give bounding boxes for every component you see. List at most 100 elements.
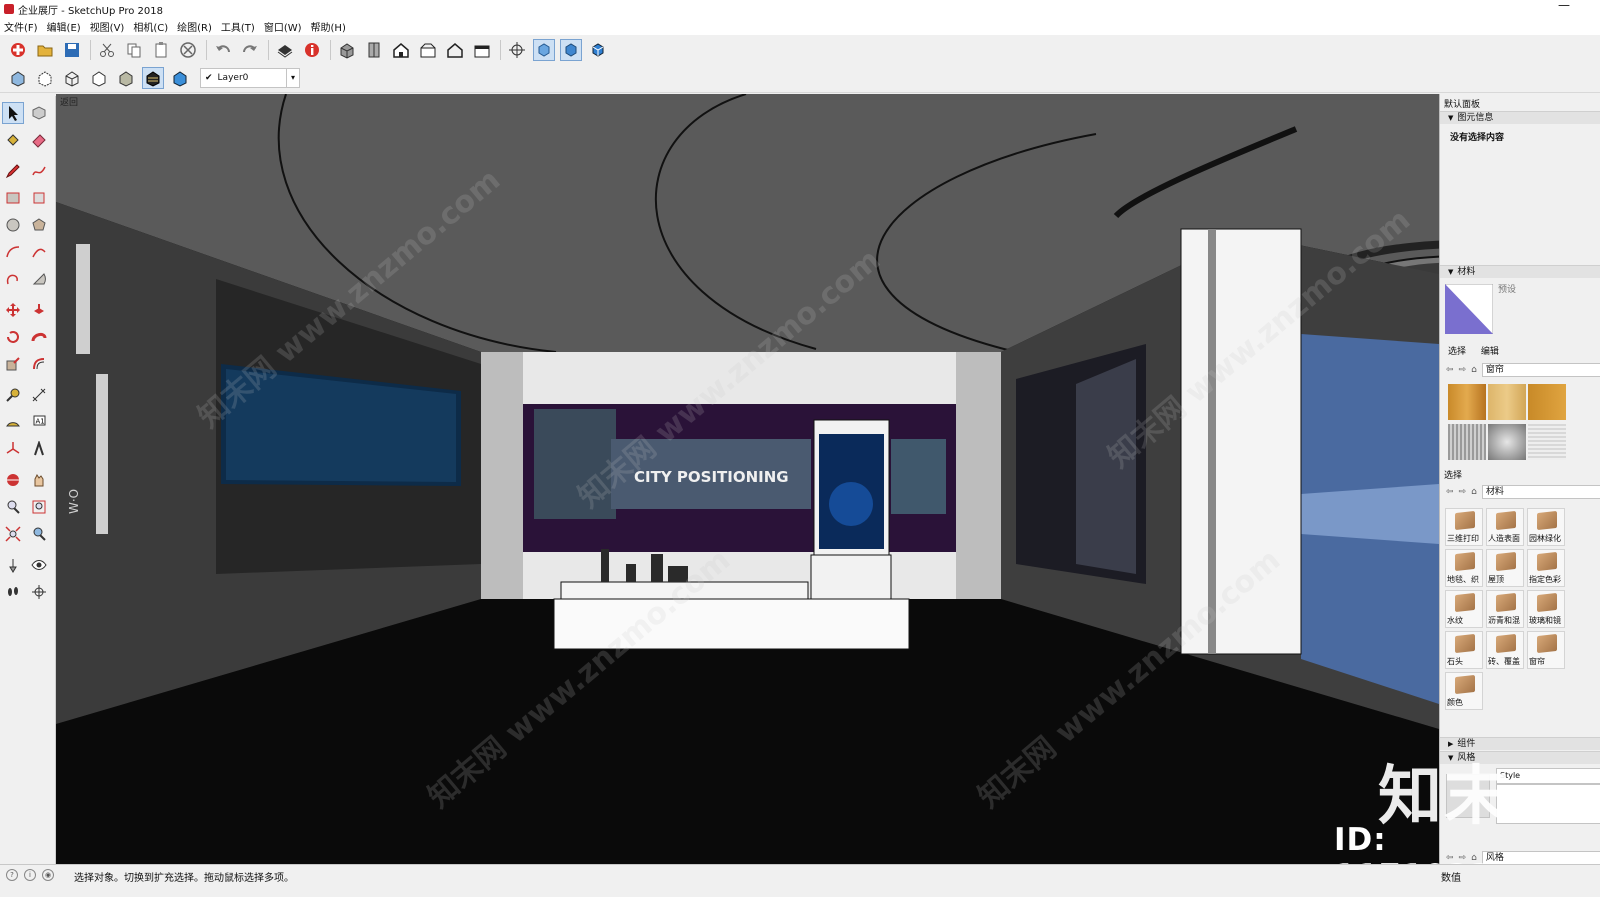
xray-icon[interactable] <box>533 38 555 61</box>
line-pencil-icon[interactable] <box>2 160 24 182</box>
top-view-icon[interactable] <box>363 39 385 61</box>
material-swatch[interactable] <box>1528 384 1566 420</box>
tab-select[interactable]: 选择 <box>1448 347 1466 357</box>
material-folder[interactable]: 地毯、织 <box>1445 549 1483 587</box>
circle-icon[interactable] <box>2 214 24 236</box>
previous-view-icon[interactable] <box>28 523 50 545</box>
position-camera-icon[interactable] <box>2 554 24 576</box>
pie-icon[interactable] <box>28 268 50 290</box>
model-info-icon[interactable] <box>301 39 323 61</box>
push-pull-icon[interactable] <box>28 299 50 321</box>
back-edges-style-icon[interactable] <box>34 67 56 89</box>
paste-icon[interactable] <box>150 39 172 61</box>
menu-edit[interactable]: 编辑(E) <box>47 19 81 34</box>
make-component-icon[interactable] <box>28 102 50 124</box>
move-icon[interactable] <box>2 299 24 321</box>
xray-style-icon[interactable] <box>7 67 29 89</box>
entity-info-header[interactable]: ▼ 图元信息 <box>1440 111 1600 124</box>
shaded-with-textures-icon[interactable] <box>142 67 164 89</box>
back-scene-tab[interactable]: 返回 <box>60 95 78 108</box>
material-folder[interactable]: 人造表面 <box>1486 508 1524 546</box>
pan-hand-icon[interactable] <box>28 469 50 491</box>
zoom-icon[interactable] <box>2 496 24 518</box>
menu-draw[interactable]: 绘图(R) <box>177 19 212 34</box>
open-folder-icon[interactable] <box>34 39 56 61</box>
back-view-icon[interactable] <box>444 39 466 61</box>
undo-icon[interactable] <box>212 39 234 61</box>
material-folder[interactable]: 石头 <box>1445 631 1483 669</box>
3d-text-icon[interactable] <box>28 438 50 460</box>
material-folder[interactable]: 屋顶 <box>1486 549 1524 587</box>
material-folder[interactable]: 窗帘 <box>1527 631 1565 669</box>
zoom-window-icon[interactable] <box>28 496 50 518</box>
print-icon[interactable] <box>274 39 296 61</box>
credits-icon[interactable]: i <box>24 869 36 881</box>
two-point-arc-icon[interactable] <box>28 241 50 263</box>
walk-footprints-icon[interactable] <box>2 581 24 603</box>
material-swatch[interactable] <box>1448 424 1486 460</box>
material-swatch[interactable] <box>1528 424 1566 460</box>
material-folder[interactable]: 园林绿化 <box>1527 508 1565 546</box>
tape-measure-icon[interactable] <box>2 384 24 406</box>
section-plane-icon[interactable] <box>28 581 50 603</box>
style-name-field[interactable]: Style <box>1496 768 1600 784</box>
menu-help[interactable]: 帮助(H) <box>311 19 346 34</box>
freehand-icon[interactable] <box>28 160 50 182</box>
axes-icon[interactable] <box>2 438 24 460</box>
arc-icon[interactable] <box>2 241 24 263</box>
user-icon[interactable]: ◉ <box>42 869 54 881</box>
three-point-arc-icon[interactable] <box>2 268 24 290</box>
tab-edit[interactable]: 编辑 <box>1481 347 1499 357</box>
material-folder[interactable]: 沥青和混 <box>1486 590 1524 628</box>
material-library-field[interactable]: 窗帘 <box>1481 363 1600 377</box>
minimize-button[interactable]: — <box>1558 0 1570 12</box>
material-folder[interactable]: 砖、覆盖 <box>1486 631 1524 669</box>
protractor-icon[interactable] <box>2 411 24 433</box>
erase-icon[interactable] <box>177 39 199 61</box>
text-tool-icon[interactable]: A1 <box>28 411 50 433</box>
menu-tools[interactable]: 工具(T) <box>221 19 255 34</box>
menu-camera[interactable]: 相机(C) <box>133 19 168 34</box>
save-icon[interactable] <box>61 39 83 61</box>
material-folder[interactable]: 三维打印 <box>1445 508 1483 546</box>
forward-arrow-icon[interactable]: ⇨ <box>1459 365 1467 375</box>
paint-bucket-icon[interactable] <box>2 129 24 151</box>
look-around-eye-icon[interactable] <box>28 554 50 576</box>
hidden-line-icon[interactable] <box>587 39 609 61</box>
right-view-icon[interactable] <box>417 39 439 61</box>
cut-icon[interactable] <box>96 39 118 61</box>
rectangle-icon[interactable] <box>2 187 24 209</box>
select-arrow-icon[interactable] <box>2 102 24 124</box>
menu-view[interactable]: 视图(V) <box>90 19 125 34</box>
new-model-icon[interactable] <box>7 39 29 61</box>
material-swatch[interactable] <box>1448 384 1486 420</box>
material-folder[interactable]: 玻璃和镜 <box>1527 590 1565 628</box>
back-arrow-icon[interactable]: ⇦ <box>1446 365 1454 375</box>
rotate-icon[interactable] <box>2 326 24 348</box>
model-viewport[interactable]: W·O CITY POSITIONING 返回 知末 <box>56 94 1439 864</box>
material-folder[interactable]: 指定色彩 <box>1527 549 1565 587</box>
back-edges-icon[interactable] <box>560 38 582 61</box>
geo-location-icon[interactable]: ? <box>6 869 18 881</box>
material-folder[interactable]: 水纹 <box>1445 590 1483 628</box>
material-swatch[interactable] <box>1488 384 1526 420</box>
chevron-down-icon[interactable]: ▾ <box>286 69 299 87</box>
material-folder[interactable]: 颜色 <box>1445 672 1483 710</box>
iso-view-icon[interactable] <box>336 39 358 61</box>
layer-dropdown[interactable]: ✔ Layer0 ▾ <box>200 68 300 88</box>
style-description-box[interactable] <box>1496 784 1600 824</box>
polygon-icon[interactable] <box>28 214 50 236</box>
left-view-icon[interactable] <box>471 39 493 61</box>
monochrome-icon[interactable] <box>169 67 191 89</box>
forward-arrow-icon[interactable]: ⇨ <box>1459 487 1467 497</box>
orbit-axes-icon[interactable] <box>506 39 528 61</box>
back-arrow-icon[interactable]: ⇦ <box>1446 487 1454 497</box>
menu-file[interactable]: 文件(F) <box>4 19 38 34</box>
eraser-icon[interactable] <box>28 129 50 151</box>
front-view-icon[interactable] <box>390 39 412 61</box>
hidden-line-style-icon[interactable] <box>88 67 110 89</box>
offset-icon[interactable] <box>28 353 50 375</box>
scale-icon[interactable] <box>2 353 24 375</box>
rotated-rectangle-icon[interactable] <box>28 187 50 209</box>
menu-window[interactable]: 窗口(W) <box>264 19 302 34</box>
